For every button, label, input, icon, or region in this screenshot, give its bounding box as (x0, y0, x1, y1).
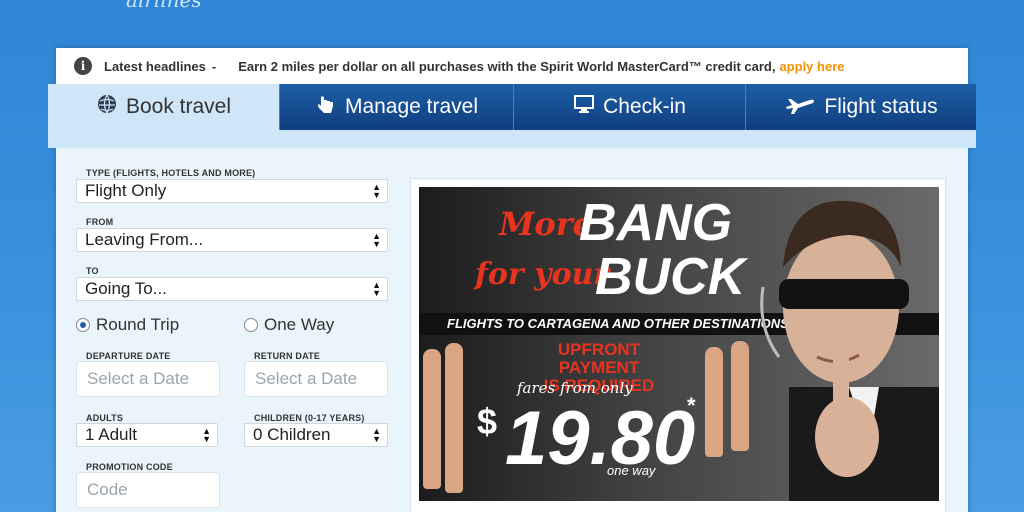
ad-bang-text: BANG (579, 194, 733, 252)
promo-banner-frame: More BANG for your BUCK FLIGHTS TO CARTA… (410, 178, 946, 512)
children-select-value: 0 Children (253, 425, 331, 444)
airline-logo-fragment: airlines (126, 0, 202, 12)
adults-label: ADULTS (86, 413, 124, 423)
select-arrows-icon: ▲ ▼ (372, 426, 381, 444)
ad-price: 19.80 (505, 396, 696, 481)
globe-icon (96, 93, 118, 121)
round-trip-label: Round Trip (96, 315, 180, 334)
ad-for-your-text: for your (475, 257, 610, 292)
booking-panel: i Latest headlines - Earn 2 miles per do… (48, 48, 976, 512)
tab-underline (48, 130, 976, 148)
select-arrows-icon: ▲ ▼ (372, 280, 381, 298)
headline-text: Earn 2 miles per dollar on all purchases… (238, 58, 776, 74)
monitor-icon (573, 93, 595, 121)
ad-one-way-text: one way (607, 463, 656, 478)
type-select-value: Flight Only (85, 181, 167, 200)
airplane-icon (784, 93, 816, 121)
ad-buck-text: BUCK (595, 248, 746, 306)
tab-check-in-label: Check-in (603, 95, 686, 118)
promo-code-input[interactable]: Code (76, 472, 220, 508)
tab-manage-travel-label: Manage travel (344, 95, 479, 118)
select-arrows-icon: ▲ ▼ (202, 426, 211, 444)
from-select[interactable]: Leaving From... ▲ ▼ (76, 228, 388, 252)
tab-book-travel[interactable]: Book travel (48, 84, 280, 130)
tab-flight-status[interactable]: Flight status (746, 84, 976, 130)
ad-dollar-sign: $ (477, 401, 498, 442)
one-way-label: One Way (264, 315, 335, 334)
ad-upfront-line1: UPFRONT PAYMENT (557, 340, 641, 377)
info-icon: i (74, 57, 92, 75)
select-arrows-icon: ▲ ▼ (372, 231, 381, 249)
select-arrows-icon: ▲ ▼ (372, 182, 381, 200)
promo-label: PROMOTION CODE (86, 462, 173, 472)
children-select[interactable]: 0 Children ▲ ▼ (244, 423, 388, 447)
tab-manage-travel[interactable]: Manage travel (280, 84, 514, 130)
tab-flight-status-label: Flight status (824, 95, 938, 118)
return-label: RETURN DATE (254, 351, 321, 361)
round-trip-option[interactable]: Round Trip (76, 315, 179, 335)
tab-book-travel-label: Book travel (125, 95, 232, 118)
round-trip-radio[interactable] (76, 318, 90, 332)
promo-banner[interactable]: More BANG for your BUCK FLIGHTS TO CARTA… (419, 187, 939, 501)
to-select-value: Going To... (85, 279, 167, 298)
departure-label: DEPARTURE DATE (86, 351, 171, 361)
ad-man-image (760, 200, 939, 501)
type-label: TYPE (FLIGHTS, HOTELS AND MORE) (86, 168, 256, 178)
hand-pointer-icon (315, 93, 337, 121)
return-date-input[interactable]: Select a Date (244, 361, 388, 397)
adults-select[interactable]: 1 Adult ▲ ▼ (76, 423, 218, 447)
children-label: CHILDREN (0-17 YEARS) (254, 413, 365, 423)
headline-bar: i Latest headlines - Earn 2 miles per do… (56, 48, 968, 84)
departure-date-input[interactable]: Select a Date (76, 361, 220, 397)
ad-price-asterisk: * (687, 393, 696, 418)
one-way-radio[interactable] (244, 318, 258, 332)
tab-check-in[interactable]: Check-in (514, 84, 746, 130)
from-select-value: Leaving From... (85, 230, 204, 249)
apply-here-link[interactable]: apply here (779, 59, 844, 74)
one-way-option[interactable]: One Way (244, 315, 334, 335)
from-label: FROM (86, 217, 114, 227)
type-select[interactable]: Flight Only ▲ ▼ (76, 179, 388, 203)
adults-select-value: 1 Adult (85, 425, 137, 444)
to-select[interactable]: Going To... ▲ ▼ (76, 277, 388, 301)
main-tabs: Book travel Manage travel Check-in Fligh… (48, 84, 976, 130)
ad-models-image-left (419, 339, 479, 499)
headline-label: Latest headlines (104, 58, 206, 74)
headline-separator: - (211, 58, 217, 74)
to-label: TO (86, 266, 99, 276)
